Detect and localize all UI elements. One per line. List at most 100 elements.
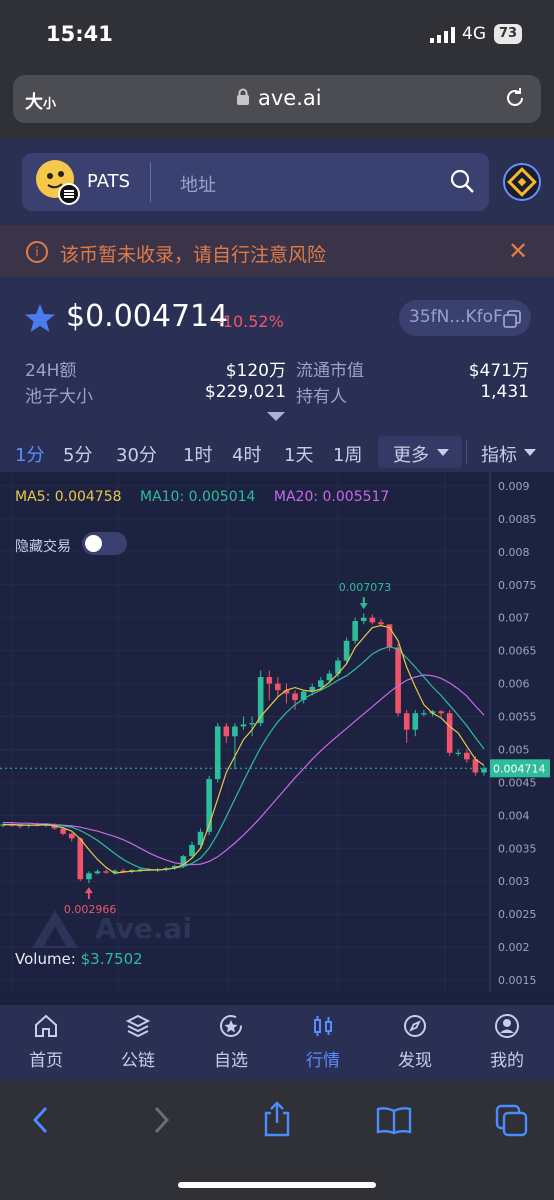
share-icon[interactable] [262, 1100, 292, 1138]
y-tick-label: 0.0045 [498, 776, 537, 789]
text-size-large-label: 大 [25, 92, 43, 113]
y-tick-label: 0.0075 [498, 579, 537, 592]
nav-watchlist[interactable]: 自选 [196, 1013, 266, 1071]
star-badge-icon [220, 1015, 242, 1037]
compass-icon [404, 1015, 426, 1037]
nav-discover[interactable]: 发现 [380, 1013, 450, 1071]
nav-home[interactable]: 首页 [11, 1013, 81, 1071]
more-caret-icon [437, 449, 449, 456]
user-icon [495, 1014, 519, 1038]
candle [249, 723, 255, 725]
tabs-icon[interactable] [495, 1104, 529, 1138]
high-arrow-icon [359, 597, 368, 610]
close-icon[interactable]: ✕ [508, 237, 528, 265]
candle [77, 838, 84, 880]
y-tick-label: 0.006 [498, 678, 530, 691]
candle [60, 828, 66, 834]
y-tick-label: 0.0035 [498, 842, 537, 855]
candle [395, 647, 401, 714]
y-tick-label: 0.009 [498, 480, 530, 493]
stat-pool-value: $229,021 [204, 382, 286, 402]
tab-1d[interactable]: 1天 [284, 441, 313, 467]
candle [369, 617, 376, 623]
nav-label: 行情 [306, 1051, 340, 1071]
signal-icon [430, 27, 455, 43]
candle [403, 713, 410, 730]
volume-label: Volume: [15, 950, 76, 968]
bookmarks-icon[interactable] [376, 1105, 412, 1135]
candle [481, 768, 487, 773]
tab-30m[interactable]: 30分 [116, 441, 157, 467]
current-price: $0.004714 [66, 299, 229, 334]
candle [360, 617, 367, 622]
watermark-text: Ave.ai [95, 912, 193, 945]
candle [223, 726, 230, 737]
info-icon: i [26, 241, 48, 263]
stat-volume-value: $120万 [225, 361, 286, 381]
nav-label: 我的 [490, 1051, 524, 1071]
tab-1h[interactable]: 1时 [183, 441, 212, 467]
forward-icon[interactable] [152, 1105, 172, 1135]
y-tick-label: 0.007 [498, 612, 530, 625]
candle [326, 673, 333, 681]
tab-1m[interactable]: 1分 [15, 441, 44, 467]
tab-5m[interactable]: 5分 [63, 441, 92, 467]
candle [292, 693, 298, 701]
contract-address: 35fN...KfoF [409, 307, 503, 327]
back-icon[interactable] [30, 1105, 50, 1135]
candle [214, 726, 221, 780]
hide-trades-label: 隐藏交易 [15, 539, 71, 555]
candle [232, 726, 238, 737]
volume-value: $3.7502 [80, 950, 143, 968]
coin-name[interactable]: PATS [87, 171, 130, 192]
stat-holders-label: 持有人 [296, 387, 347, 407]
candle [275, 683, 281, 691]
more-label: 更多 [393, 445, 429, 466]
candle [189, 844, 195, 857]
candle [446, 713, 453, 753]
tab-1w[interactable]: 1周 [333, 441, 362, 467]
indicator-button[interactable]: 指标 [481, 441, 517, 467]
network-type: 4G [462, 24, 486, 44]
tab-4h[interactable]: 4时 [232, 441, 261, 467]
stat-volume-label: 24H额 [25, 361, 77, 381]
nav-market[interactable]: 行情 [288, 1013, 358, 1071]
search-icon[interactable] [449, 168, 475, 194]
y-tick-label: 0.0025 [498, 908, 537, 921]
reload-icon[interactable] [503, 86, 527, 110]
candle [464, 752, 470, 760]
price-change: -10.52% [217, 312, 284, 331]
home-indicator [178, 1182, 376, 1188]
lock-icon [237, 88, 249, 105]
nav-profile[interactable]: 我的 [472, 1013, 542, 1071]
y-tick-label: 0.002 [498, 941, 530, 954]
y-tick-label: 0.005 [498, 743, 530, 756]
search-divider [150, 162, 151, 202]
tab-divider [466, 440, 467, 464]
address-search-input[interactable]: 地址 [180, 171, 216, 197]
nav-chains[interactable]: 公链 [103, 1013, 173, 1071]
candle [352, 621, 358, 641]
bottom-nav [0, 1005, 554, 1080]
solana-chain-icon [58, 183, 80, 205]
y-tick-label: 0.0015 [498, 974, 537, 987]
layers-icon [125, 1014, 151, 1038]
stat-pool-label: 池子大小 [25, 387, 93, 407]
copy-icon[interactable] [503, 310, 521, 328]
bnb-chain-icon[interactable] [503, 163, 541, 201]
nav-label: 首页 [29, 1051, 63, 1071]
candlestick-icon [314, 1016, 332, 1036]
y-tick-label: 0.008 [498, 546, 530, 559]
home-icon [35, 1014, 57, 1037]
battery-indicator: 73 [494, 24, 522, 44]
nav-label: 发现 [398, 1051, 432, 1071]
candle [343, 640, 350, 661]
text-size-button[interactable]: 大小 [25, 88, 56, 114]
expand-caret-icon[interactable] [267, 412, 285, 421]
stat-mcap-value: $471万 [468, 361, 529, 381]
candle [68, 833, 75, 839]
current-price-label: 0.004714 [493, 762, 546, 775]
favorite-star-icon[interactable] [24, 302, 56, 334]
hide-trades-toggle[interactable] [82, 532, 127, 555]
high-price-label: 0.007073 [339, 581, 392, 594]
